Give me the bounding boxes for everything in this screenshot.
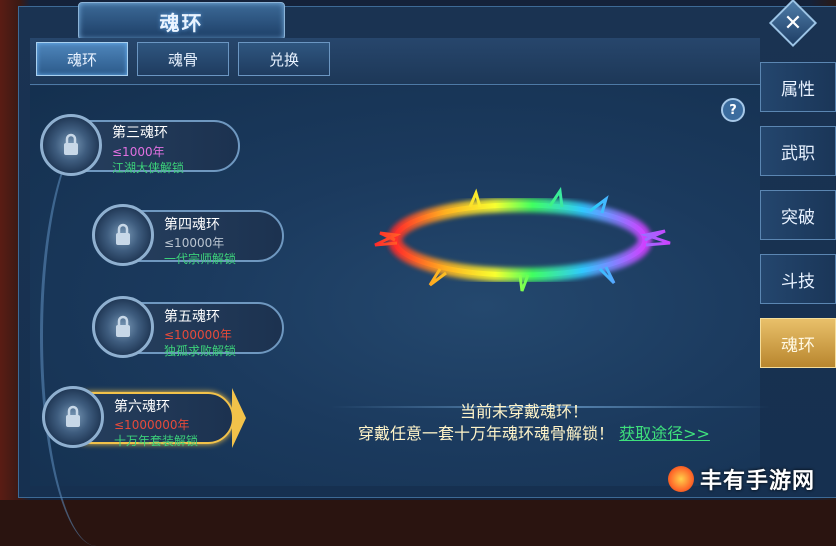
ring-age: ≤100000年: [164, 328, 232, 342]
ring-slot-sixth[interactable]: 第六魂环 ≤1000000年 十万年套装解锁: [42, 384, 252, 456]
ring-name: 第三魂环: [112, 125, 168, 141]
top-tab-bar: 魂环 魂骨 兑换: [30, 38, 760, 85]
ring-unlock-condition: 一代宗师解锁: [164, 252, 237, 266]
lock-icon: [116, 315, 130, 337]
lock-icon: [64, 133, 78, 155]
ring-age: ≤1000年: [112, 145, 165, 159]
ring-slot-third[interactable]: 第三魂环 ≤1000年 江湖大侠解锁: [40, 112, 240, 184]
tab-hungu[interactable]: 魂骨: [137, 42, 229, 76]
lock-icon: [66, 405, 80, 427]
ring-name: 第六魂环: [114, 399, 170, 415]
get-source-link[interactable]: 获取途径>>: [619, 424, 710, 443]
unlock-hint: 穿戴任意一套十万年魂环魂骨解锁！ 获取途径>>: [358, 420, 710, 444]
lock-icon: [116, 223, 130, 245]
side-tab-wuzhi[interactable]: 武职: [760, 126, 836, 176]
side-tab-hunhuan[interactable]: 魂环: [760, 318, 836, 368]
help-button[interactable]: ?: [721, 98, 745, 122]
side-tab-bar: 属性 武职 突破 斗技 魂环: [760, 60, 836, 460]
side-tab-tupo[interactable]: 突破: [760, 190, 836, 240]
ring-unlock-condition: 十万年套装解锁: [114, 434, 199, 448]
ring-age: ≤1000000年: [114, 418, 190, 432]
watermark-text: 丰有手游网: [700, 469, 816, 494]
ring-slot-fourth[interactable]: 第四魂环 ≤10000年 一代宗师解锁: [92, 202, 292, 274]
watermark-logo-icon: [668, 466, 694, 492]
ring-slot-fifth[interactable]: 第五魂环 ≤100000年 独孤求败解锁: [92, 294, 292, 366]
unlock-hint-text: 穿戴任意一套十万年魂环魂骨解锁！: [358, 424, 615, 443]
title-plate: 魂环: [78, 2, 285, 40]
selected-arrow-icon: [232, 388, 246, 448]
side-tab-shuxing[interactable]: 属性: [760, 62, 836, 112]
ring-name: 第五魂环: [164, 309, 220, 325]
soul-ring-rainbow: [374, 186, 671, 292]
tab-duihuan[interactable]: 兑换: [238, 42, 330, 76]
status-message: 当前未穿戴魂环！: [460, 402, 589, 421]
ring-unlock-condition: 江湖大侠解锁: [112, 161, 185, 175]
watermark: 丰有手游网: [668, 462, 834, 496]
ring-age: ≤10000年: [164, 236, 225, 250]
close-icon[interactable]: ✕: [776, 6, 810, 40]
tab-hunhuan[interactable]: 魂环: [36, 42, 128, 76]
ring-unlock-condition: 独孤求败解锁: [164, 344, 237, 358]
side-tab-douji[interactable]: 斗技: [760, 254, 836, 304]
ring-name: 第四魂环: [164, 217, 220, 233]
window-title: 魂环: [159, 10, 204, 35]
